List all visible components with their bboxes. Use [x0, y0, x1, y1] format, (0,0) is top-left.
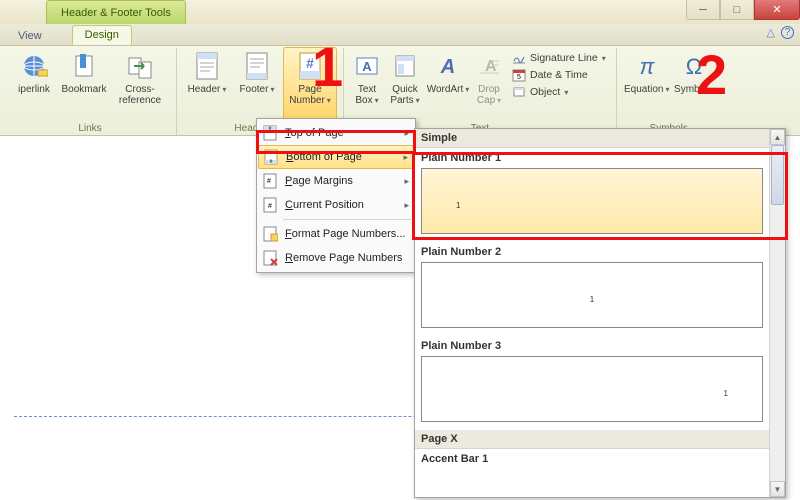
- textbox-icon: A: [351, 50, 383, 82]
- menu-top-of-page[interactable]: # Top of Page: [257, 121, 415, 145]
- svg-text:A: A: [362, 59, 372, 74]
- page-number-button[interactable]: # Page Number: [283, 47, 337, 121]
- object-button[interactable]: Object ▾: [508, 84, 610, 100]
- ribbon-tabs: View Design △ ?: [0, 24, 800, 46]
- bookmark-button[interactable]: Bookmark: [60, 48, 108, 121]
- footer-icon: [241, 50, 273, 82]
- bookmark-icon: [68, 50, 100, 82]
- gallery-item-label: Accent Bar 1: [415, 449, 769, 467]
- menu-page-margins[interactable]: # Page Margins: [257, 169, 415, 193]
- svg-text:Ω: Ω: [686, 54, 702, 79]
- hyperlink-icon: [18, 50, 50, 82]
- gallery-item-label: Plain Number 2: [415, 242, 769, 260]
- footer-button[interactable]: Footer: [233, 48, 281, 121]
- group-symbols: π Equation Ω Symbol Symbols: [617, 48, 721, 135]
- cross-reference-button[interactable]: Cross-reference: [110, 48, 170, 121]
- wordart-button[interactable]: A WordArt: [426, 48, 470, 121]
- gallery-section-pagex: Page X: [415, 430, 769, 449]
- date-time-button[interactable]: 5Date & Time: [508, 67, 610, 83]
- menu-remove-page-numbers[interactable]: Remove Page Numbers: [257, 246, 415, 270]
- page-number-icon: #: [294, 50, 326, 82]
- gallery-item-label: Plain Number 3: [415, 336, 769, 354]
- collapse-ribbon-icon[interactable]: △: [767, 26, 775, 39]
- svg-text:#: #: [270, 159, 273, 165]
- top-of-page-icon: #: [261, 125, 279, 141]
- object-icon: [512, 85, 526, 99]
- equation-icon: π: [631, 50, 663, 82]
- svg-text:A: A: [440, 56, 455, 78]
- remove-page-numbers-icon: [261, 250, 279, 266]
- svg-text:5: 5: [517, 74, 521, 81]
- dropcap-icon: A: [473, 50, 505, 82]
- contextual-tab-label: Header & Footer Tools: [46, 0, 186, 24]
- gallery-scrollbar[interactable]: ▲ ▼: [769, 129, 785, 497]
- page-number-gallery: Simple Plain Number 1 1 Plain Number 2 1…: [414, 128, 786, 498]
- symbol-icon: Ω: [678, 50, 710, 82]
- equation-button[interactable]: π Equation: [623, 48, 671, 121]
- signature-line-button[interactable]: Signature Line ▾: [508, 50, 610, 66]
- quickparts-icon: [389, 50, 421, 82]
- svg-text:π: π: [639, 54, 655, 79]
- svg-text:#: #: [267, 178, 271, 185]
- cross-reference-icon: [124, 50, 156, 82]
- symbol-button[interactable]: Ω Symbol: [673, 48, 715, 121]
- menu-current-position[interactable]: # Current Position: [257, 193, 415, 217]
- hyperlink-button[interactable]: iperlink: [10, 48, 58, 121]
- date-time-icon: 5: [512, 68, 526, 82]
- gallery-item-label: Plain Number 1: [415, 148, 769, 166]
- maximize-button[interactable]: □: [720, 0, 754, 20]
- gallery-item-plain-number-3[interactable]: 1: [421, 356, 763, 422]
- wordart-icon: A: [432, 50, 464, 82]
- signature-icon: [512, 51, 526, 65]
- menu-bottom-of-page[interactable]: # Bottom of Page: [258, 145, 414, 169]
- header-button[interactable]: Header: [183, 48, 231, 121]
- tab-view[interactable]: View: [6, 27, 54, 45]
- scroll-down-icon[interactable]: ▼: [770, 481, 785, 497]
- gallery-section-simple: Simple: [415, 129, 769, 148]
- group-links: iperlink Bookmark Cross-reference Links: [4, 48, 177, 135]
- textbox-button[interactable]: A Text Box: [350, 48, 384, 121]
- header-icon: [191, 50, 223, 82]
- close-button[interactable]: ✕: [754, 0, 800, 20]
- gallery-item-plain-number-1[interactable]: 1: [421, 168, 763, 234]
- window-buttons: ─ □ ✕: [686, 0, 800, 20]
- group-label-links: Links: [4, 123, 176, 134]
- svg-text:#: #: [306, 55, 314, 71]
- menu-format-page-numbers[interactable]: Format Page Numbers...: [257, 222, 415, 246]
- page-margins-icon: #: [261, 173, 279, 189]
- format-page-numbers-icon: [261, 226, 279, 242]
- dropcap-button[interactable]: A Drop Cap: [472, 48, 506, 121]
- current-position-icon: #: [261, 197, 279, 213]
- help-icon[interactable]: ?: [781, 26, 794, 39]
- tab-design[interactable]: Design: [72, 25, 132, 45]
- title-bar: Header & Footer Tools ─ □ ✕: [0, 0, 800, 24]
- svg-text:#: #: [269, 126, 272, 132]
- page-number-menu: # Top of Page # Bottom of Page # Page Ma…: [256, 118, 416, 273]
- menu-separator: [283, 219, 411, 220]
- minimize-button[interactable]: ─: [686, 0, 720, 20]
- svg-text:#: #: [268, 203, 272, 210]
- quickparts-button[interactable]: Quick Parts: [386, 48, 424, 121]
- bottom-of-page-icon: #: [262, 149, 280, 165]
- gallery-item-plain-number-2[interactable]: 1: [421, 262, 763, 328]
- scroll-up-icon[interactable]: ▲: [770, 129, 785, 145]
- scroll-thumb[interactable]: [771, 145, 784, 205]
